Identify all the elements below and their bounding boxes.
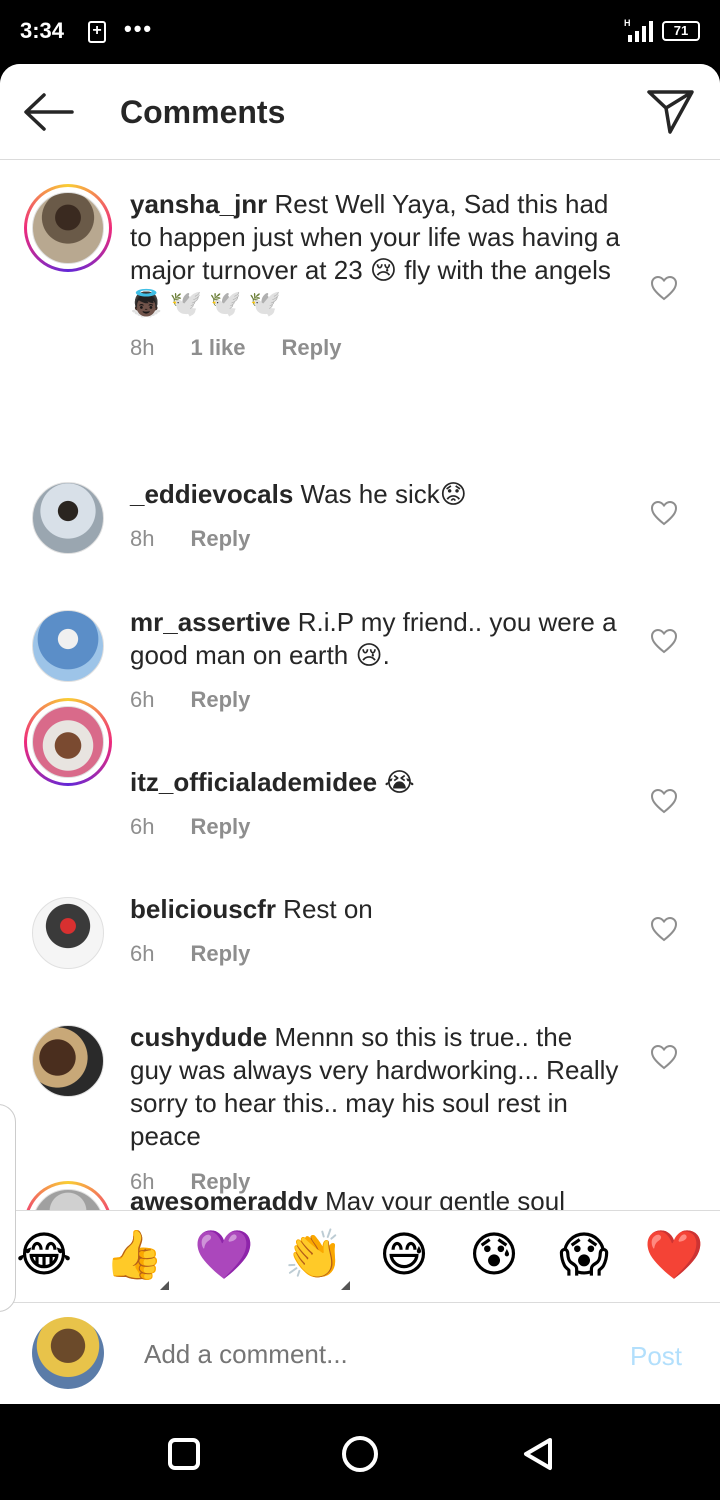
comment-username[interactable]: itz_officialademidee — [130, 767, 377, 797]
emoji-sweat-smile[interactable]: 😅 — [374, 1225, 434, 1285]
reply-button[interactable]: Reply — [190, 941, 250, 966]
heart-icon[interactable] — [650, 788, 678, 814]
comment-text: awesomeraddy May your gentle soul — [130, 1185, 620, 1210]
emoji-laughing[interactable]: 😂 — [14, 1225, 74, 1285]
emoji-quick-bar: 😂 👍 💜 👏 😅 😰 😱 ❤️ — [0, 1210, 720, 1302]
floating-side-panel-handle[interactable] — [0, 1104, 16, 1312]
comment-meta: 6h Reply — [130, 941, 286, 967]
avatar-story-ring[interactable] — [24, 1181, 112, 1210]
comment-text: yansha_jnr Rest Well Yaya, Sad this had … — [130, 188, 620, 320]
comments-sheet: Comments yansha_jnr Rest Well Yaya, Sad … — [0, 64, 720, 1404]
comment-body: Was he sick😟 — [293, 479, 467, 509]
comment-composer: Post — [0, 1302, 720, 1404]
comment-username[interactable]: beliciouscfr — [130, 894, 276, 924]
more-notifications-icon: ••• — [124, 16, 154, 41]
comment-username[interactable]: cushydude — [130, 1022, 267, 1052]
avatar-wrapper[interactable] — [24, 889, 112, 977]
comment-time: 6h — [130, 814, 155, 839]
current-user-avatar — [32, 1317, 104, 1389]
avatar-wrapper[interactable] — [24, 602, 112, 690]
likes-count[interactable]: 1 like — [190, 335, 245, 360]
comment-time: 6h — [130, 941, 155, 966]
signal-icon: H — [624, 18, 653, 42]
send-icon[interactable] — [646, 88, 696, 136]
avatar — [32, 192, 104, 264]
reply-button[interactable]: Reply — [190, 814, 250, 839]
comment-input[interactable] — [144, 1339, 584, 1370]
avatar — [32, 1025, 104, 1097]
heart-icon[interactable] — [650, 1044, 678, 1070]
comment-meta: 6h Reply — [130, 687, 286, 713]
emoji-red-heart[interactable]: ❤️ — [644, 1225, 704, 1285]
avatar-story-ring[interactable] — [24, 698, 112, 786]
comment-text: mr_assertive R.i.P my friend.. you were … — [130, 606, 620, 672]
comment-body: 😭 — [377, 767, 415, 797]
comment-time: 8h — [130, 526, 155, 551]
page-title: Comments — [120, 94, 286, 130]
emoji-anxious-sweat[interactable]: 😰 — [464, 1225, 524, 1285]
heart-icon[interactable] — [650, 500, 678, 526]
skin-tone-indicator — [160, 1281, 169, 1290]
avatar-wrapper[interactable] — [24, 474, 112, 562]
system-nav-bar — [0, 1404, 720, 1500]
comment-meta: 8h 1 like Reply — [130, 335, 377, 361]
post-button[interactable]: Post — [630, 1341, 682, 1372]
status-time: 3:34 — [20, 18, 65, 43]
comment-meta: 6h Reply — [130, 814, 286, 840]
home-button[interactable] — [342, 1436, 378, 1472]
avatar-story-ring[interactable] — [24, 184, 112, 272]
comment-text: cushydude Mennn so this is true.. the gu… — [130, 1021, 620, 1153]
network-type-label: H — [624, 18, 631, 28]
comment-text: itz_officialademidee 😭 — [130, 766, 620, 799]
battery-icon: 71 — [662, 21, 700, 41]
heart-icon[interactable] — [650, 628, 678, 654]
reply-button[interactable]: Reply — [190, 687, 250, 712]
comment-username[interactable]: yansha_jnr — [130, 189, 267, 219]
avatar — [32, 610, 104, 682]
comment-username[interactable]: _eddievocals — [130, 479, 293, 509]
back-arrow-icon[interactable] — [22, 92, 74, 132]
battery-saver-icon: + — [88, 21, 106, 43]
heart-icon[interactable] — [650, 275, 678, 301]
emoji-thumbs-up[interactable]: 👍 — [104, 1225, 164, 1285]
status-bar: 3:34 + ••• H 71 — [0, 0, 720, 64]
comment-time: 6h — [130, 687, 155, 712]
header: Comments — [0, 64, 720, 160]
comment-text: beliciouscfr Rest on — [130, 893, 620, 926]
reply-button[interactable]: Reply — [282, 335, 342, 360]
heart-icon[interactable] — [650, 916, 678, 942]
emoji-purple-heart[interactable]: 💜 — [194, 1225, 254, 1285]
skin-tone-indicator — [341, 1281, 350, 1290]
avatar — [32, 482, 104, 554]
avatar — [32, 897, 104, 969]
avatar-wrapper[interactable] — [24, 1017, 112, 1105]
avatar — [32, 1189, 104, 1210]
comment-username[interactable]: mr_assertive — [130, 607, 290, 637]
comment-time: 8h — [130, 335, 155, 360]
comment-username[interactable]: awesomeraddy — [130, 1186, 318, 1210]
comments-list[interactable]: yansha_jnr Rest Well Yaya, Sad this had … — [0, 161, 720, 1210]
recent-apps-button[interactable] — [168, 1438, 200, 1470]
comment-meta: 8h Reply — [130, 526, 286, 552]
emoji-screaming[interactable]: 😱 — [554, 1225, 614, 1285]
emoji-clapping[interactable]: 👏 — [284, 1225, 344, 1285]
comment-body: Rest on — [275, 894, 373, 924]
nav-back-icon[interactable] — [520, 1436, 556, 1472]
comment-text: _eddievocals Was he sick😟 — [130, 478, 620, 511]
reply-button[interactable]: Reply — [190, 526, 250, 551]
avatar — [32, 706, 104, 778]
comment-body: May your gentle soul — [317, 1186, 566, 1210]
